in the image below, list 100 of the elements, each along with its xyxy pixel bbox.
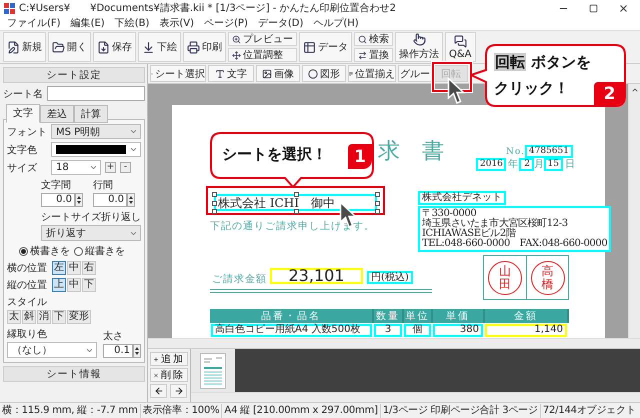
field-label: 縁取り色 [7,328,48,341]
spin-arrows-icon[interactable] [75,193,83,207]
resize-handle[interactable] [212,200,217,206]
resize-handle[interactable] [294,209,298,214]
chevron-down-icon [89,163,98,172]
toolbar-button[interactable]: 下絵 [138,32,181,62]
page-thumbnail[interactable] [200,352,226,388]
address-line: 埼玉県さいたま市大宮区桜町12-3 [422,219,569,229]
status-text: 表示倍率：100% [140,404,222,418]
color-swatch [56,145,126,154]
move-arrows-icon [232,50,241,60]
scroll-up-icon[interactable] [630,86,638,94]
dropdown[interactable]: 18 [51,160,101,175]
menu-item[interactable]: ページ(P) [199,16,253,30]
dropdown[interactable]: （なし） [7,342,97,358]
number-field[interactable]: 0.0 [93,193,127,207]
address-line: 〒330-0000 [422,209,476,219]
tool-button[interactable]: グルー [398,65,432,82]
date-unit: 日 [565,159,576,170]
toggle-button[interactable]: 右 [82,261,96,275]
column-header: 品番・品名 [210,309,373,323]
status-text: 横：115.9 mm, 縦：-7.7 mm [0,404,141,418]
style-button[interactable]: 下 [52,310,66,324]
input-field[interactable] [47,86,145,101]
resize-handle[interactable] [375,209,380,214]
vertical-scrollbar[interactable] [628,84,640,338]
resize-handle[interactable] [294,192,298,197]
toolbar-button[interactable]: 新規 [3,32,46,62]
number-field[interactable]: 0.0 [41,193,75,207]
style-button[interactable]: 消 [37,310,51,324]
tool-button[interactable]: 図形 [302,65,346,82]
previous-button[interactable] [150,384,167,398]
callout-text: シートを選択！ [222,145,327,164]
toggle-button[interactable]: 上 [52,278,66,292]
spin-arrows-icon[interactable] [127,193,135,207]
tool-button[interactable]: 画像 [256,65,300,82]
toolbar-button[interactable]: 検索 [354,32,393,46]
column-header: 金額 [484,309,568,323]
menu-item[interactable]: データ(D) [252,16,308,30]
highlight-frame [432,62,472,92]
panel-header: シート情報 [3,366,145,382]
tool-button[interactable]: 文字 [208,65,254,82]
field-label: スタイル [7,296,48,309]
style-button[interactable]: 太 [7,310,21,324]
tab[interactable]: 文字 [6,104,40,123]
style-button[interactable]: 斜 [22,310,36,324]
increase-button[interactable]: + [105,162,116,173]
horizontal-scrollbar[interactable] [148,338,640,348]
toggle-button[interactable]: 中 [67,278,81,292]
next-button[interactable] [170,384,187,398]
tab[interactable]: 計算 [74,105,108,123]
column-header: 数量 [373,309,403,323]
toolbar-button[interactable]: Q&A [445,32,476,62]
decrease-button[interactable]: - [120,162,131,173]
tab[interactable]: 差込 [40,105,74,123]
horizontal-scrollbar[interactable] [191,392,640,402]
printer-icon [187,40,200,54]
seal-stamp: 山田 [488,260,522,294]
resize-handle[interactable] [212,192,217,197]
toolbar-button[interactable]: 印刷 [183,32,226,62]
delete-button[interactable]: 削除 [150,368,188,382]
dropdown[interactable]: 折り返す [41,225,141,241]
menu-item[interactable]: ファイル(F) [2,16,66,30]
toggle-button[interactable]: 下 [82,278,96,292]
toggle-button[interactable]: 中 [67,261,81,275]
callout-text: 回転 ボタンを [494,53,592,72]
table-cell: 個 [404,324,431,336]
date-unit: 月 [534,159,545,170]
table-cell: 1,140 [485,324,567,336]
add-button[interactable]: 追加 [150,352,188,366]
menu-item[interactable]: 編集(E) [66,16,110,30]
style-button[interactable]: 変形 [67,310,91,324]
toolbar-button[interactable]: プレビュー [228,32,297,46]
image-icon [262,68,272,78]
resize-handle[interactable] [375,192,380,197]
table-cell: 3 [374,324,402,336]
date-unit: 年 [508,159,519,170]
color-dropdown[interactable] [51,142,141,157]
toolbar-button[interactable]: 保存 [93,32,136,62]
radio-button[interactable]: 横書きを [19,244,70,258]
toolbar-button[interactable]: データ [299,32,352,62]
dropdown[interactable]: MS P明朝 [51,124,141,139]
tool-button[interactable]: 位置揃え [348,65,396,82]
toolbar-button[interactable]: 開く [48,32,91,62]
menu-item[interactable]: 表示(V) [154,16,200,30]
menu-item[interactable]: 下絵(B) [110,16,154,30]
number-field[interactable]: 0.1 [103,344,133,358]
date-field: 2 [519,158,534,171]
radio-button[interactable]: 縦書きを [74,244,125,258]
menu-item[interactable]: ヘルプ(H) [308,16,364,30]
toggle-button[interactable]: 左 [52,261,66,275]
toolbar-button[interactable]: 操作方法 [395,32,443,62]
plus-icon [153,354,159,364]
tool-button[interactable]: シート選択 [150,65,206,82]
column-header: 単価 [432,309,484,323]
toolbar-button[interactable]: 置換 [354,48,393,62]
resize-handle[interactable] [212,209,217,214]
toolbar-button[interactable]: 位置調整 [228,48,297,62]
resize-handle[interactable] [375,200,380,206]
spin-arrows-icon[interactable] [133,344,141,358]
